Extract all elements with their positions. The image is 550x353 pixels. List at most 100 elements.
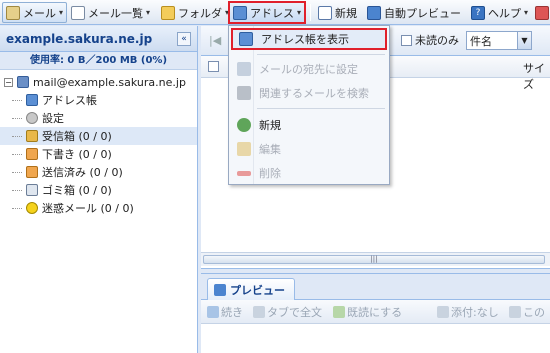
- address-book-icon: [239, 32, 253, 46]
- folder-panel-header: example.sakura.ne.jp «: [0, 26, 197, 52]
- collapse-panel-button[interactable]: «: [177, 31, 191, 46]
- drafts-icon: [26, 148, 38, 160]
- open-in-tab-label: タブで全文: [267, 306, 322, 319]
- tree-line: [12, 99, 22, 101]
- more-label: この: [523, 306, 545, 319]
- mark-read-label: 既読にする: [347, 306, 403, 319]
- mail-list-label: メール一覧: [88, 6, 143, 20]
- usage-indicator: 使用率: 0 B／200 MB (0%): [0, 52, 197, 70]
- new-tab-icon: [253, 306, 265, 318]
- mail-list-icon: [71, 5, 85, 20]
- menu-item-set-recipient[interactable]: メールの宛先に設定: [231, 58, 387, 80]
- menu-item-edit[interactable]: 編集: [231, 138, 387, 160]
- tool-icon: [535, 5, 549, 20]
- unread-only-checkbox[interactable]: [401, 34, 412, 46]
- tree-line: [12, 171, 22, 173]
- attachment-button[interactable]: 添付:なし: [437, 304, 499, 320]
- trash-icon: [26, 184, 38, 196]
- attachment-label: 添付:なし: [451, 306, 499, 319]
- tree-line: [12, 207, 22, 209]
- horizontal-scrollbar[interactable]: |||: [201, 252, 550, 266]
- mark-read-button[interactable]: 既読にする: [333, 304, 402, 320]
- address-button[interactable]: アドレス ▾: [228, 1, 307, 24]
- open-in-tab-button[interactable]: タブで全文: [253, 304, 322, 320]
- folder-label: フォルダ: [178, 6, 222, 20]
- tree-item-label: ゴミ箱 (0 / 0): [42, 184, 112, 197]
- search-field-value: 件名: [470, 34, 492, 48]
- folder-button[interactable]: フォルダ ▾: [158, 2, 232, 23]
- menu-divider: [257, 108, 385, 109]
- tab-preview[interactable]: プレビュー: [207, 278, 295, 300]
- chevron-down-icon[interactable]: ▼: [517, 32, 531, 49]
- menu-item-delete[interactable]: 削除: [231, 162, 387, 184]
- new-mail-icon: [318, 5, 332, 20]
- add-user-icon: [237, 118, 251, 132]
- collapse-icon[interactable]: −: [4, 77, 13, 87]
- auto-preview-button[interactable]: 自動プレビュー: [364, 2, 464, 23]
- help-button[interactable]: ? ヘルプ ▾: [468, 2, 531, 23]
- search-field-select[interactable]: 件名 ▼: [466, 31, 532, 50]
- chevron-down-icon: ▾: [524, 8, 529, 17]
- first-page-icon[interactable]: |◀: [209, 34, 221, 47]
- mail-button-label: メール: [23, 6, 56, 20]
- menu-item-new[interactable]: 新規: [231, 114, 387, 136]
- tree-item-trash[interactable]: ゴミ箱 (0 / 0): [0, 181, 197, 199]
- new-mail-label: 新規: [335, 6, 357, 20]
- tree-item-label: 下書き (0 / 0): [42, 148, 112, 161]
- tree-item-drafts[interactable]: 下書き (0 / 0): [0, 145, 197, 163]
- tree-item-address-book[interactable]: アドレス帳: [0, 91, 197, 109]
- menu-item-label: アドレス帳を表示: [261, 33, 349, 46]
- tree-item-label: 受信箱 (0 / 0): [42, 130, 112, 143]
- menu-item-label: 編集: [259, 143, 281, 156]
- new-mail-button[interactable]: 新規: [315, 2, 360, 23]
- main-toolbar: メール ▾ メール一覧 ▾ フォルダ ▾ アドレス ▾ 新規 自動プレビュー ?…: [0, 0, 550, 25]
- tree-item-label: 迷惑メール (0 / 0): [42, 202, 134, 215]
- select-all-checkbox[interactable]: [208, 61, 219, 72]
- tree-item-label: 送信済み (0 / 0): [42, 166, 123, 179]
- help-label: ヘルプ: [488, 6, 521, 20]
- mail-button[interactable]: メール ▾: [2, 2, 68, 23]
- folder-tree: − mail@example.sakura.ne.jp アドレス帳 設定 受信箱…: [0, 70, 197, 217]
- tree-item-settings[interactable]: 設定: [0, 109, 197, 127]
- sent-icon: [26, 166, 38, 178]
- warning-icon: [26, 202, 38, 214]
- mail-list-button[interactable]: メール一覧 ▾: [68, 2, 153, 23]
- paperclip-icon: [437, 306, 449, 318]
- address-label: アドレス: [250, 6, 294, 20]
- menu-item-label: 新規: [259, 119, 281, 132]
- menu-item-label: 関連するメールを検索: [259, 87, 369, 100]
- account-label: mail@example.sakura.ne.jp: [33, 75, 186, 89]
- tree-item-inbox[interactable]: 受信箱 (0 / 0): [0, 127, 197, 145]
- tree-item-label: アドレス帳: [42, 94, 97, 107]
- gear-icon: [26, 112, 38, 124]
- continue-button[interactable]: 続き: [207, 304, 243, 320]
- inbox-icon: [26, 130, 38, 142]
- download-icon: [207, 306, 219, 318]
- address-book-icon: [26, 94, 38, 106]
- unread-only-label: 未読のみ: [415, 34, 459, 47]
- mail-icon: [6, 5, 20, 20]
- chevron-down-icon: ▾: [59, 8, 64, 17]
- size-column-header[interactable]: サイズ: [523, 60, 550, 92]
- address-book-icon: [233, 5, 247, 20]
- menu-divider: [257, 54, 385, 55]
- tab-preview-label: プレビュー: [230, 283, 285, 297]
- check-icon: [333, 306, 345, 318]
- menu-item-label: メールの宛先に設定: [259, 63, 358, 76]
- document-icon: [509, 306, 521, 318]
- tree-account[interactable]: − mail@example.sakura.ne.jp: [0, 73, 197, 91]
- tree-item-sent[interactable]: 送信済み (0 / 0): [0, 163, 197, 181]
- unread-only-toggle[interactable]: 未読のみ: [401, 32, 459, 48]
- tree-line: [12, 135, 22, 137]
- menu-item-show-address-book[interactable]: アドレス帳を表示: [231, 28, 387, 50]
- domain-title: example.sakura.ne.jp: [6, 31, 153, 46]
- tree-item-label: 設定: [42, 112, 64, 125]
- more-button[interactable]: この: [509, 304, 545, 320]
- account-icon: [17, 76, 29, 88]
- scrollbar-thumb[interactable]: |||: [203, 255, 545, 264]
- chevron-down-icon: ▾: [146, 8, 151, 17]
- preview-icon: [367, 5, 381, 20]
- extra-tool-button[interactable]: [532, 2, 550, 23]
- tree-item-spam[interactable]: 迷惑メール (0 / 0): [0, 199, 197, 217]
- menu-item-search-related[interactable]: 関連するメールを検索: [231, 82, 387, 104]
